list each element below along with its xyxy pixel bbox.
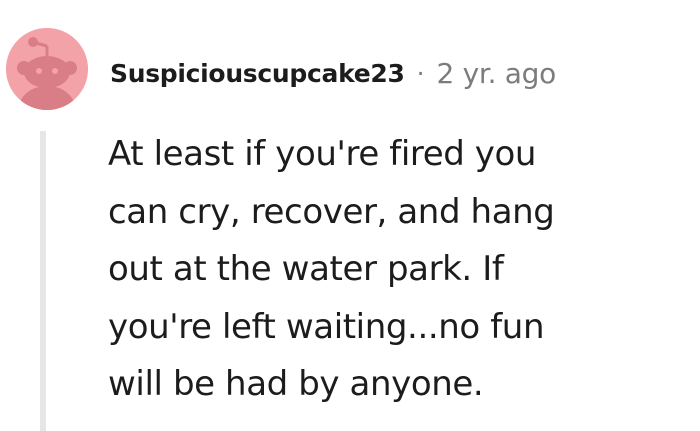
reddit-snoo-avatar-icon <box>6 28 88 110</box>
comment-body: At least if you're fired you can cry, re… <box>108 126 678 414</box>
separator-dot: · <box>416 58 425 88</box>
timestamp[interactable]: 2 yr. ago <box>437 57 557 90</box>
comment-header: Suspiciouscupcake23 · 2 yr. ago <box>110 53 556 93</box>
comment-body-line: At least if you're fired you <box>108 134 537 174</box>
comment: Suspiciouscupcake23 · 2 yr. ago At least… <box>0 0 700 431</box>
username-link[interactable]: Suspiciouscupcake23 <box>110 59 405 88</box>
user-avatar[interactable] <box>6 28 88 110</box>
thread-collapse-line[interactable] <box>40 131 46 431</box>
comment-body-line: can cry, recover, and hang <box>108 191 555 232</box>
comment-body-line: you're left waiting...no fun <box>108 306 545 347</box>
comment-body-line: will be had by anyone. <box>108 364 484 404</box>
comment-body-line: out at the water park. If <box>108 249 504 289</box>
